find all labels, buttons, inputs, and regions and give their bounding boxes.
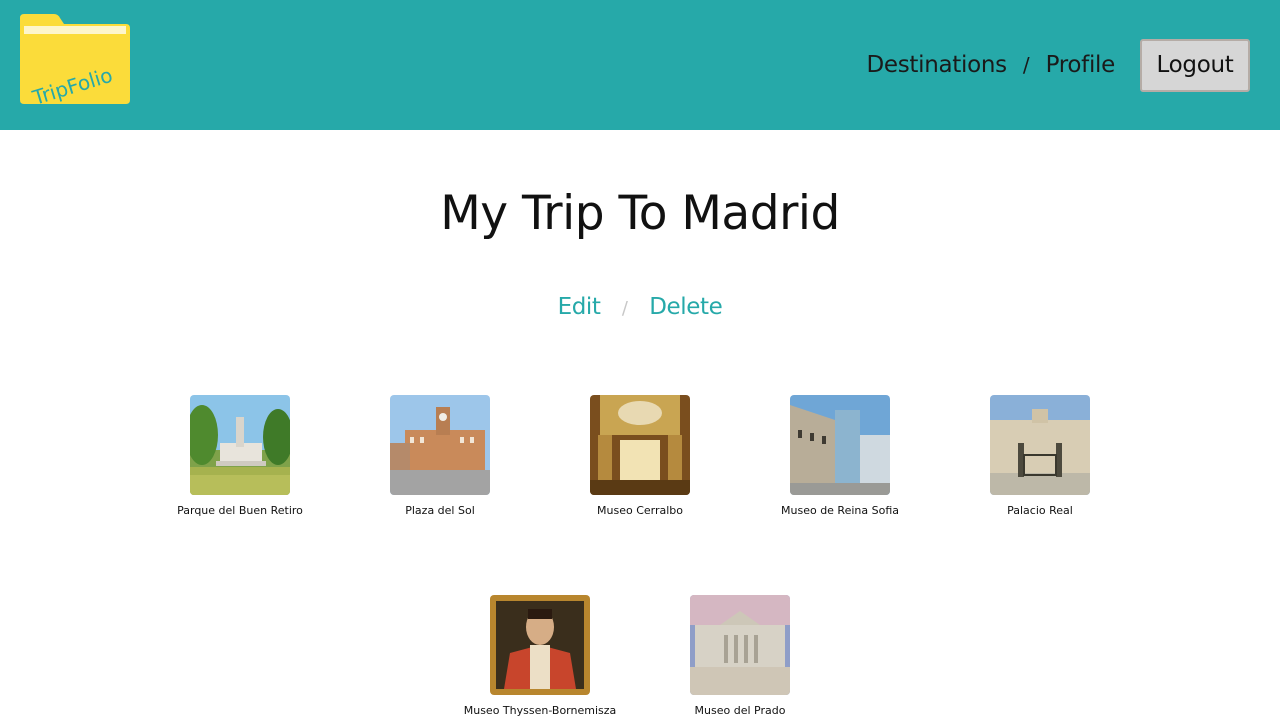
place-name: Plaza del Sol: [405, 504, 475, 517]
place-card[interactable]: Museo Cerralbo: [550, 395, 730, 517]
place-photo: [590, 395, 690, 495]
place-name: Museo de Reina Sofia: [781, 504, 899, 517]
delete-link[interactable]: Delete: [649, 294, 723, 320]
place-card[interactable]: Palacio Real: [950, 395, 1130, 517]
place-card[interactable]: Parque del Buen Retiro: [150, 395, 330, 517]
place-name: Museo Cerralbo: [597, 504, 683, 517]
place-name: Palacio Real: [1007, 504, 1073, 517]
nav-profile[interactable]: Profile: [1046, 52, 1116, 78]
place-photo: [990, 395, 1090, 495]
edit-link[interactable]: Edit: [558, 294, 601, 320]
place-photo: [790, 395, 890, 495]
place-photo: [490, 595, 590, 695]
place-card[interactable]: Museo de Reina Sofia: [750, 395, 930, 517]
place-name: Parque del Buen Retiro: [177, 504, 303, 517]
place-card[interactable]: Museo Thyssen-Bornemisza: [450, 595, 630, 717]
place-photo: [190, 395, 290, 495]
folder-logo-icon: TripFolio: [20, 14, 130, 104]
nav-separator: /: [1022, 53, 1030, 77]
logout-button[interactable]: Logout: [1140, 38, 1250, 92]
place-photo: [690, 595, 790, 695]
place-photo: [390, 395, 490, 495]
nav-destinations[interactable]: Destinations: [866, 52, 1007, 78]
tripfolio-logo[interactable]: TripFolio: [20, 14, 132, 104]
trip-actions: Edit / Delete: [0, 294, 1280, 320]
main-nav: Destinations / Profile Logout: [866, 0, 1280, 130]
place-card[interactable]: Museo del Prado: [650, 595, 830, 717]
action-separator: /: [621, 298, 628, 319]
place-card[interactable]: Plaza del Sol: [350, 395, 530, 517]
page-title: My Trip To Madrid: [440, 186, 840, 241]
top-header: TripFolio Destinations / Profile Logout: [0, 0, 1280, 130]
